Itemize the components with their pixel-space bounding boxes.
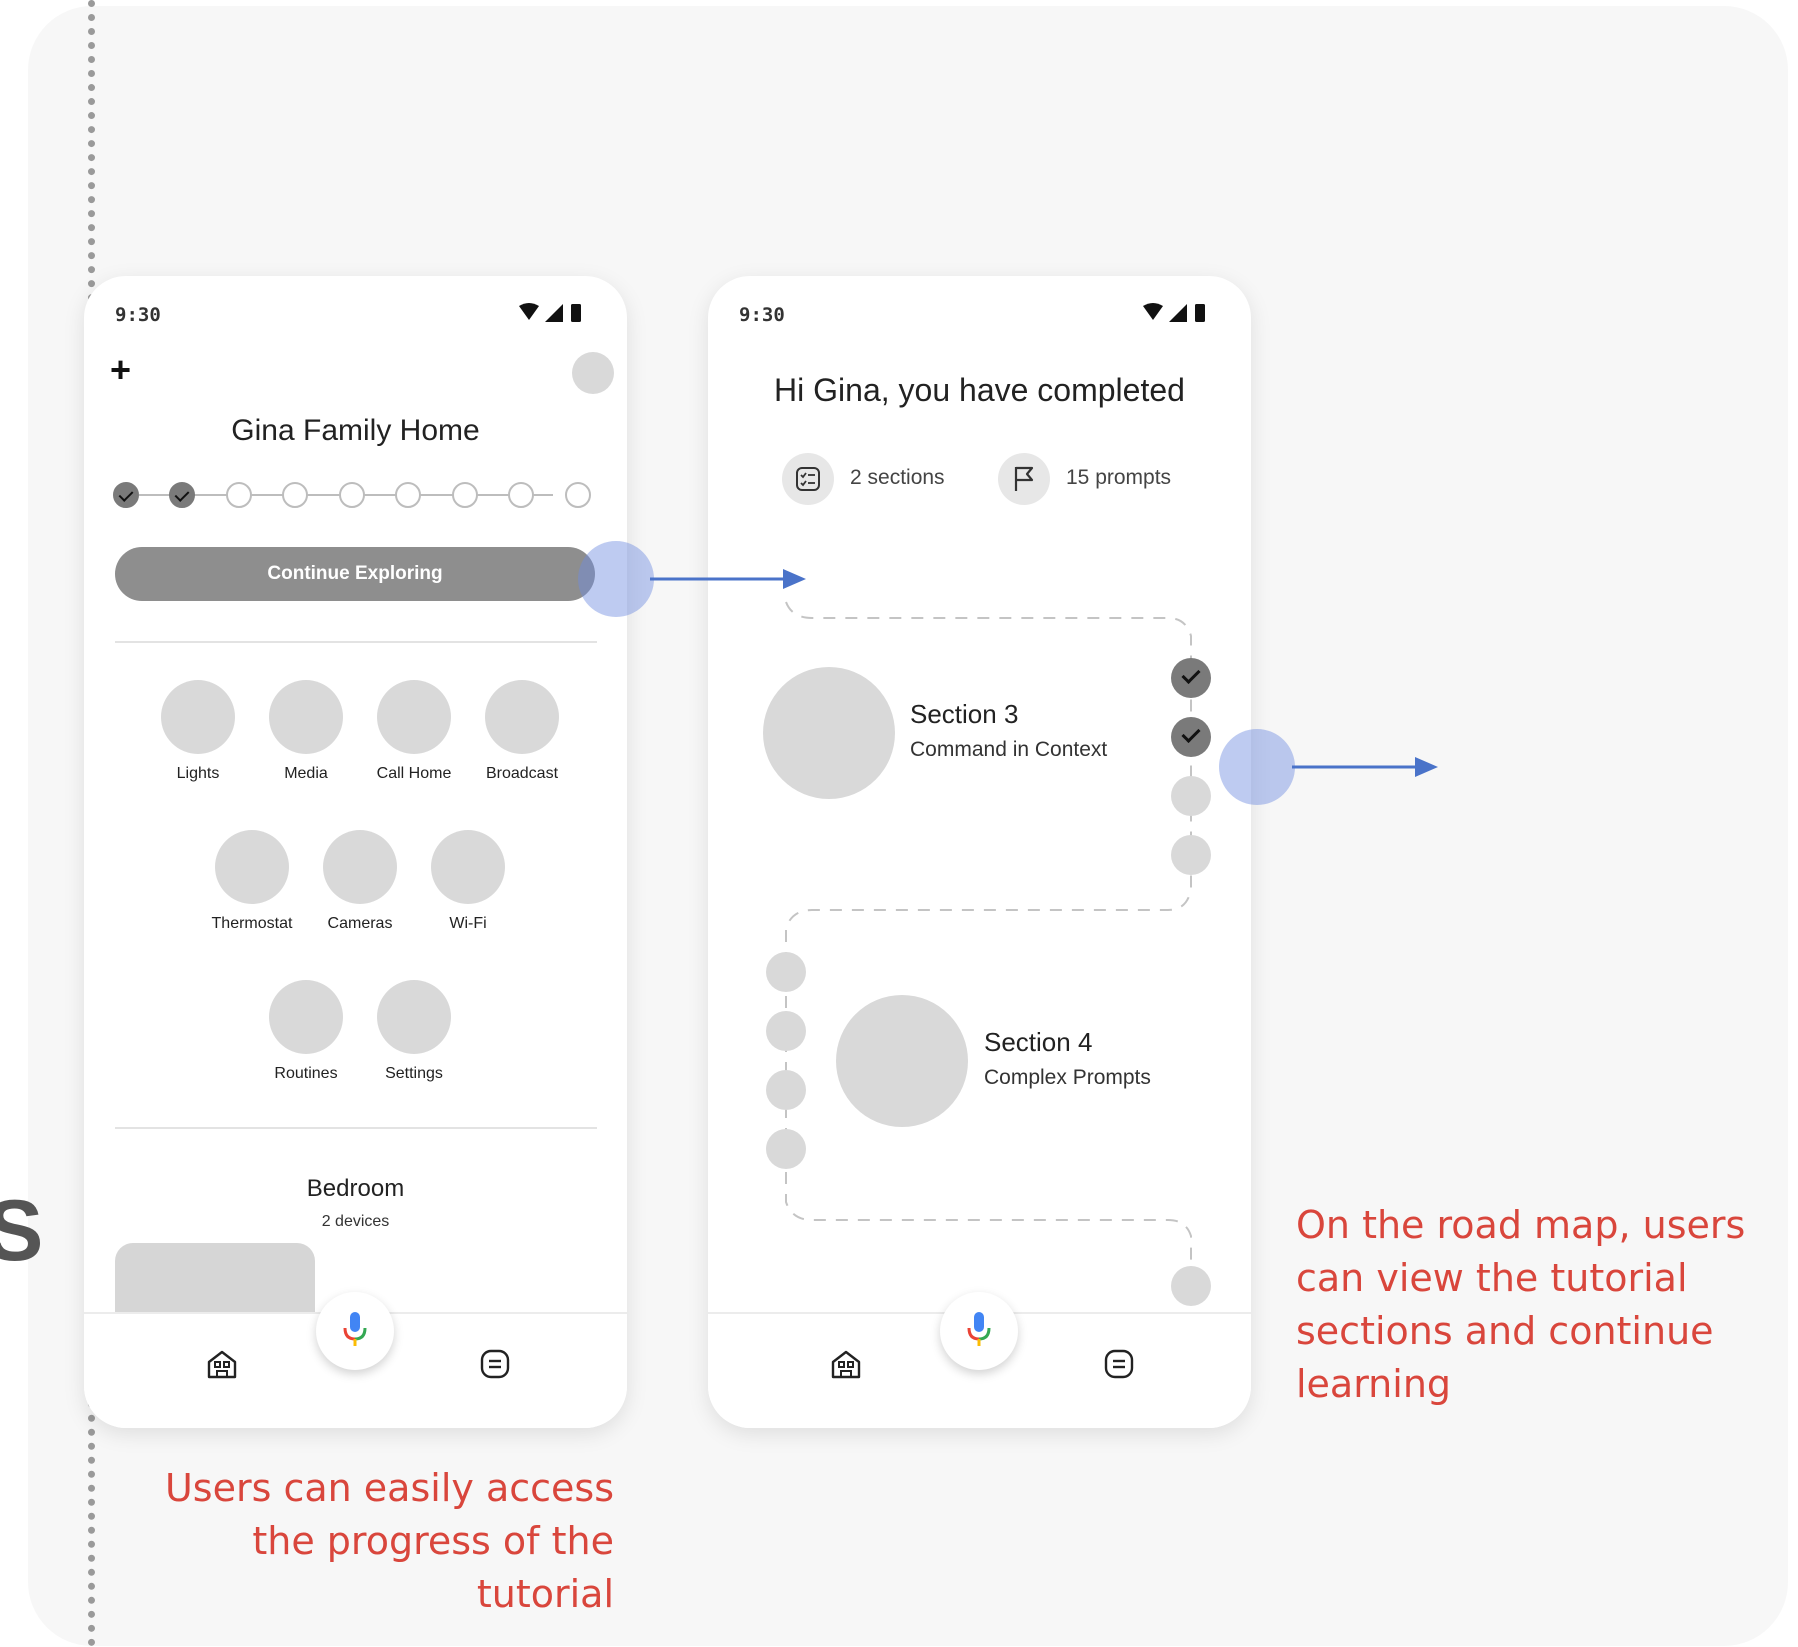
tile-icon [161, 680, 235, 754]
signal-icon [545, 304, 563, 322]
tile-icon [269, 980, 343, 1054]
home-icon[interactable] [830, 1348, 862, 1380]
tile-label: Call Home [376, 765, 452, 782]
tile-icon [377, 980, 451, 1054]
add-icon[interactable]: + [110, 352, 131, 388]
phone-roadmap-screen: 9:30 Hi Gina, you have completed 2 secti… [708, 276, 1251, 1428]
room-name: Bedroom [306, 1175, 405, 1202]
flow-arrow [1292, 757, 1438, 777]
divider [115, 1127, 597, 1129]
tile-label: Lights [176, 765, 220, 782]
cropped-heading-fragment: S [0, 1183, 44, 1279]
list-icon[interactable] [479, 1348, 511, 1380]
tile-label: Settings [385, 1065, 443, 1082]
prompt-dot[interactable] [1171, 776, 1211, 816]
tap-indicator [578, 541, 654, 617]
progress-step-done [169, 482, 195, 508]
annotation-roadmap: On the road map, users can view the tuto… [1296, 1203, 1746, 1406]
room-devices-count: 2 devices [321, 1213, 390, 1230]
prompt-dot[interactable] [1171, 835, 1211, 875]
tile-thermostat[interactable]: Thermostat [197, 830, 307, 933]
list-icon[interactable] [1103, 1348, 1135, 1380]
section-4-badge[interactable] [836, 995, 968, 1127]
mic-button[interactable] [316, 1292, 394, 1370]
prompt-dot[interactable] [766, 1070, 806, 1110]
tap-indicator [1219, 729, 1295, 805]
divider [115, 641, 597, 643]
tile-cameras[interactable]: Cameras [305, 830, 415, 933]
avatar[interactable] [572, 352, 614, 394]
annotation-progress: Users can easily access the progress of … [164, 1466, 614, 1616]
tile-routines[interactable]: Routines [251, 980, 361, 1083]
tile-icon [485, 680, 559, 754]
prompt-dot-done[interactable] [1171, 658, 1211, 698]
progress-step [282, 482, 308, 508]
progress-step [452, 482, 478, 508]
flow-arrow [650, 569, 806, 589]
progress-step [226, 482, 252, 508]
bottom-navigation [84, 1292, 627, 1428]
prompt-dot[interactable] [766, 1011, 806, 1051]
progress-step [395, 482, 421, 508]
prompt-dot[interactable] [1171, 1266, 1211, 1306]
prompt-dot[interactable] [766, 1129, 806, 1169]
section-3-title: Section 3 [910, 699, 1019, 729]
tile-label: Wi-Fi [449, 915, 487, 932]
phone-home-screen: 9:30 + Gina Family Home Continue Explori… [84, 276, 627, 1428]
mic-button[interactable] [940, 1292, 1018, 1370]
status-icons [519, 303, 581, 322]
tile-wifi[interactable]: Wi-Fi [413, 830, 523, 933]
tile-broadcast[interactable]: Broadcast [467, 680, 577, 783]
progress-step [565, 482, 591, 508]
progress-step [508, 482, 534, 508]
progress-step [339, 482, 365, 508]
roadmap-path [785, 601, 1192, 1286]
tile-label: Broadcast [485, 765, 559, 782]
section-4-title: Section 4 [984, 1027, 1093, 1057]
home-icon[interactable] [206, 1348, 238, 1380]
tile-label: Routines [274, 1065, 338, 1082]
bottom-navigation [708, 1292, 1251, 1428]
tile-icon [215, 830, 289, 904]
battery-icon [571, 304, 581, 322]
mic-icon [343, 1312, 367, 1346]
section-3-subtitle: Command in Context [910, 738, 1108, 761]
device-card[interactable] [115, 1243, 315, 1323]
section-4-subtitle: Complex Prompts [984, 1066, 1151, 1089]
tile-icon [323, 830, 397, 904]
status-time: 9:30 [115, 304, 161, 326]
tile-label: Thermostat [211, 915, 293, 932]
tile-label: Media [284, 765, 328, 782]
tile-call-home[interactable]: Call Home [359, 680, 469, 783]
tile-media[interactable]: Media [251, 680, 361, 783]
prompt-dot-done[interactable] [1171, 717, 1211, 757]
tile-icon [377, 680, 451, 754]
mic-icon [967, 1312, 991, 1346]
tile-lights[interactable]: Lights [143, 680, 253, 783]
tile-icon [269, 680, 343, 754]
tile-settings[interactable]: Settings [359, 980, 469, 1083]
tile-icon [431, 830, 505, 904]
section-3-badge[interactable] [763, 667, 895, 799]
home-title: Gina Family Home [231, 414, 480, 447]
continue-exploring-button[interactable]: Continue Exploring [115, 547, 595, 601]
progress-step-done [113, 482, 139, 508]
wifi-icon [519, 303, 539, 320]
prompt-dot[interactable] [766, 952, 806, 992]
tile-label: Cameras [327, 915, 393, 932]
